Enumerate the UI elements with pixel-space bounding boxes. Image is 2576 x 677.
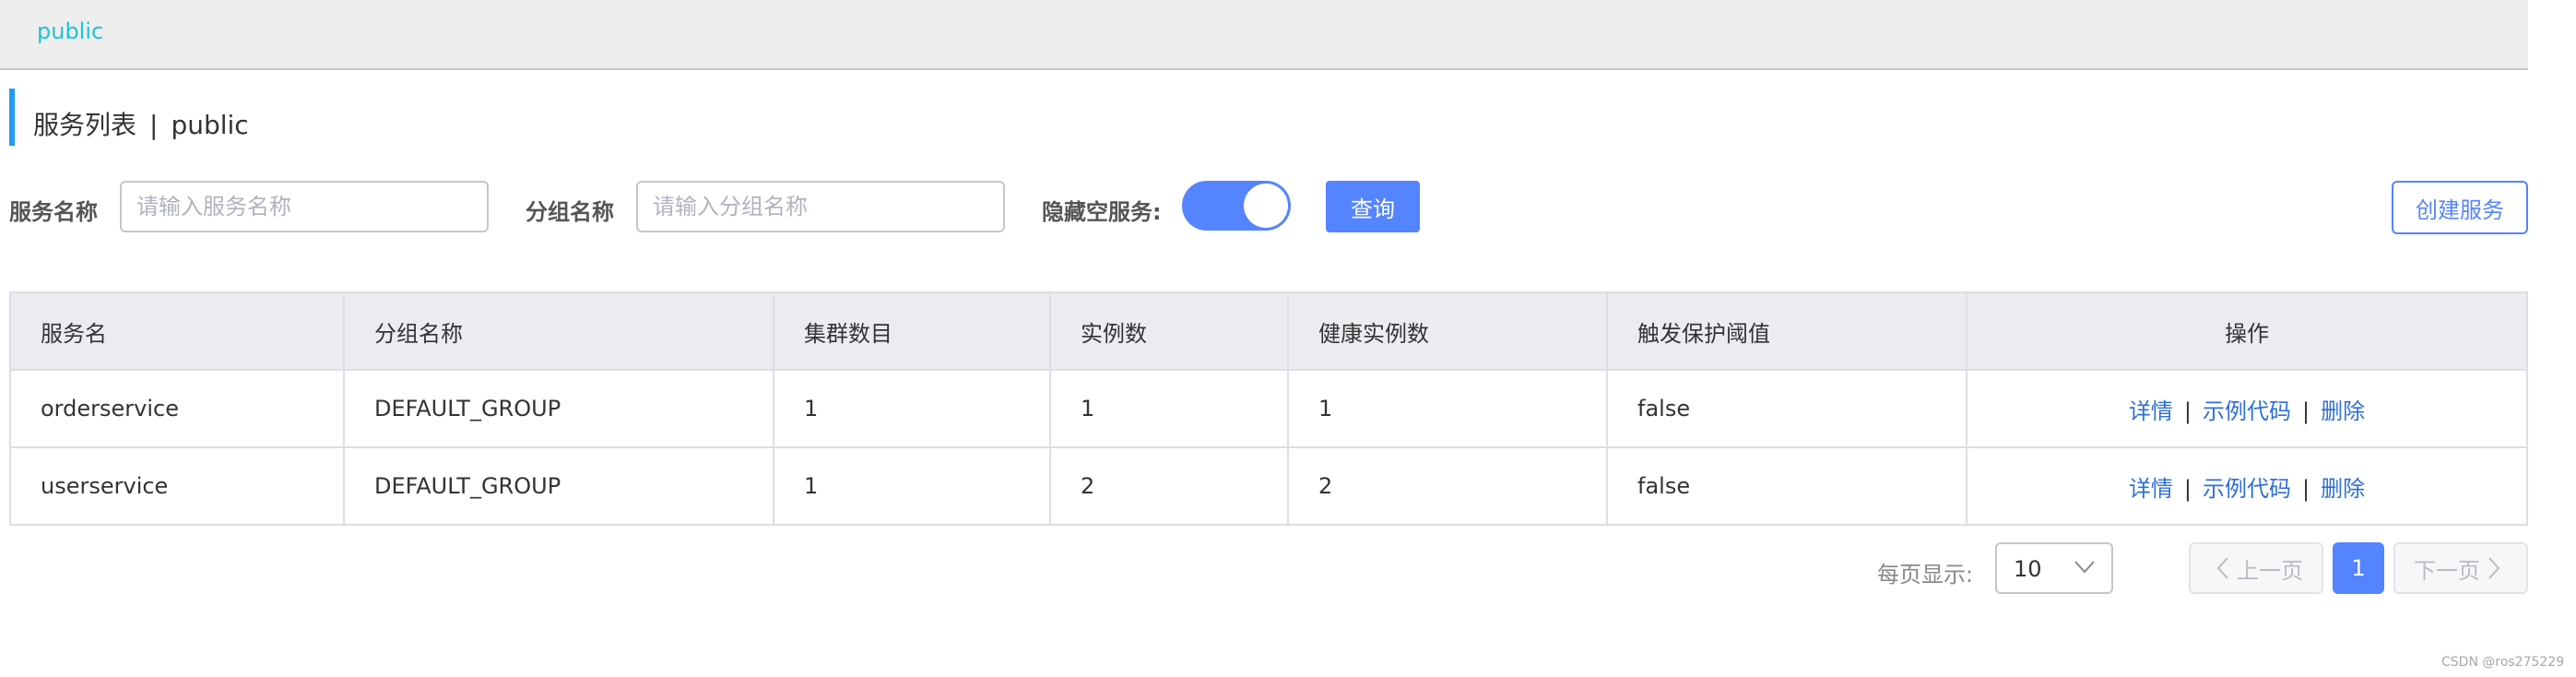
group-name-label: 分组名称 — [526, 199, 614, 225]
cell-instance-count: 1 — [1049, 369, 1289, 448]
page-size-value: 10 — [2014, 556, 2042, 582]
sample-code-link[interactable]: 示例代码 — [2203, 398, 2291, 424]
chevron-left-icon — [2216, 557, 2228, 579]
namespace-tab-public[interactable]: public — [37, 18, 103, 44]
col-healthy-count: 健康实例数 — [1287, 291, 1608, 371]
service-name-label: 服务名称 — [9, 199, 98, 225]
cell-healthy-count: 1 — [1287, 369, 1608, 448]
page-size-label: 每页显示: — [1877, 562, 1974, 588]
chevron-right-icon — [2488, 557, 2500, 579]
table-row: userservice DEFAULT_GROUP 1 2 2 false 详情… — [9, 446, 2528, 526]
col-group-name: 分组名称 — [343, 291, 774, 371]
cell-group-name: DEFAULT_GROUP — [343, 369, 774, 448]
col-cluster-count: 集群数目 — [773, 291, 1051, 371]
create-service-button[interactable]: 创建服务 — [2392, 181, 2528, 234]
table-header-row: 服务名 分组名称 集群数目 实例数 健康实例数 触发保护阈值 操作 — [9, 291, 2528, 371]
cell-protect-threshold: false — [1606, 446, 1967, 526]
col-protect-threshold: 触发保护阈值 — [1606, 291, 1967, 371]
page-size-select[interactable]: 10 — [1995, 542, 2113, 594]
group-name-input[interactable] — [636, 181, 1005, 232]
next-page-label: 下一页 — [2414, 557, 2480, 584]
cell-instance-count: 2 — [1049, 446, 1289, 526]
title-accent-bar — [9, 89, 15, 146]
col-service-name: 服务名 — [9, 291, 345, 371]
delete-link[interactable]: 删除 — [2321, 398, 2365, 424]
namespace-bar: public — [0, 0, 2528, 70]
current-page-button[interactable]: 1 — [2333, 542, 2384, 594]
prev-page-button[interactable]: 上一页 — [2189, 542, 2323, 594]
cell-cluster-count: 1 — [773, 446, 1051, 526]
detail-link[interactable]: 详情 — [2129, 398, 2173, 424]
cell-service-name: userservice — [9, 446, 345, 526]
next-page-button[interactable]: 下一页 — [2393, 542, 2528, 594]
cell-cluster-count: 1 — [773, 369, 1051, 448]
table-row: orderservice DEFAULT_GROUP 1 1 1 false 详… — [9, 369, 2528, 448]
watermark: CSDN @ros275229 — [2441, 655, 2565, 670]
cell-protect-threshold: false — [1606, 369, 1967, 448]
page-title-separator: | — [149, 110, 159, 140]
service-name-input[interactable] — [120, 181, 489, 232]
op-separator: | — [2183, 398, 2192, 424]
cell-healthy-count: 2 — [1287, 446, 1608, 526]
page-title: 服务列表 | public — [33, 105, 249, 142]
op-separator: | — [2302, 475, 2310, 502]
service-list-page: public 服务列表 | public 服务名称 分组名称 隐藏空服务: 查询 创… — [0, 0, 2576, 677]
page-title-namespace: public — [171, 110, 249, 140]
chevron-down-icon — [2074, 561, 2095, 574]
col-instance-count: 实例数 — [1049, 291, 1289, 371]
delete-link[interactable]: 删除 — [2321, 476, 2365, 502]
prev-page-label: 上一页 — [2237, 557, 2303, 584]
service-table: 服务名 分组名称 集群数目 实例数 健康实例数 触发保护阈值 操作 orders… — [9, 291, 2528, 526]
op-separator: | — [2183, 475, 2192, 502]
cell-service-name: orderservice — [9, 369, 345, 448]
hide-empty-toggle[interactable] — [1182, 181, 1291, 231]
page-title-main: 服务列表 — [33, 110, 137, 140]
hide-empty-label: 隐藏空服务: — [1042, 199, 1162, 225]
sample-code-link[interactable]: 示例代码 — [2203, 476, 2291, 502]
toggle-knob — [1244, 184, 1288, 228]
cell-group-name: DEFAULT_GROUP — [343, 446, 774, 526]
cell-operations: 详情 | 示例代码 | 删除 — [1966, 369, 2528, 448]
detail-link[interactable]: 详情 — [2129, 476, 2173, 502]
query-button[interactable]: 查询 — [1326, 181, 1420, 232]
op-separator: | — [2302, 398, 2310, 424]
cell-operations: 详情 | 示例代码 | 删除 — [1966, 446, 2528, 526]
col-operations: 操作 — [1966, 291, 2528, 371]
